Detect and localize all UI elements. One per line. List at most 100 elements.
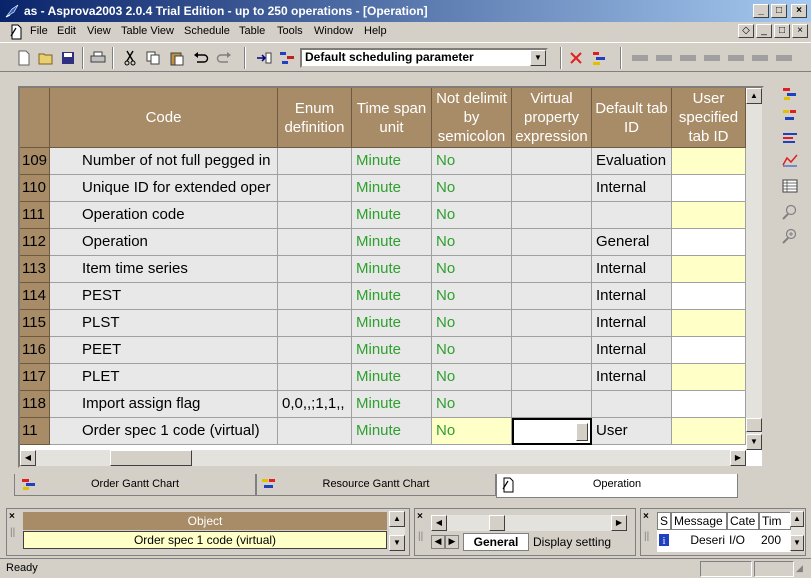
cell-default-tab-id[interactable] <box>592 391 672 418</box>
tab-order-gantt-chart[interactable]: Order Gantt Chart <box>14 474 256 496</box>
cell-time-span-unit[interactable]: Minute <box>352 364 432 391</box>
cell-user-tab-id[interactable] <box>672 418 746 445</box>
cell-user-tab-id[interactable] <box>672 391 746 418</box>
scroll-right-icon[interactable]: ▶ <box>611 515 627 531</box>
distribute-icon[interactable] <box>774 48 794 68</box>
cell-virtual-expression[interactable] <box>512 337 592 364</box>
chart-icon[interactable] <box>780 150 800 170</box>
schedule-param-select[interactable]: Default scheduling parameter ▼ <box>300 48 548 68</box>
row-number[interactable]: 111 <box>20 202 50 229</box>
cell-user-tab-id[interactable] <box>672 337 746 364</box>
cell-time-span-unit[interactable]: Minute <box>352 283 432 310</box>
cell-enum-definition[interactable] <box>278 148 352 175</box>
vertical-scrollbar[interactable]: ▲ ▼ <box>746 88 762 450</box>
cell-virtual-expression[interactable] <box>512 391 592 418</box>
msg-col-time[interactable]: Tim <box>759 512 791 530</box>
cell-not-delimit[interactable]: No <box>432 256 512 283</box>
row-number[interactable]: 117 <box>20 364 50 391</box>
row-number[interactable]: 110 <box>20 175 50 202</box>
tab-resource-gantt-chart[interactable]: Resource Gantt Chart <box>256 474 496 496</box>
tab-operation[interactable]: Operation <box>496 474 738 498</box>
cell-code[interactable]: PLET <box>50 364 278 391</box>
chevron-down-icon[interactable]: ▼ <box>530 50 546 66</box>
cell-enum-definition[interactable] <box>278 202 352 229</box>
cell-code[interactable]: Number of not full pegged in <box>50 148 278 175</box>
cell-user-tab-id[interactable] <box>672 229 746 256</box>
cell-default-tab-id[interactable]: General <box>592 229 672 256</box>
menu-edit[interactable]: Edit <box>57 25 76 37</box>
column-header[interactable]: Code <box>50 88 278 148</box>
cell-virtual-expression[interactable] <box>512 310 592 337</box>
cell-time-span-unit[interactable]: Minute <box>352 229 432 256</box>
close-button[interactable]: × <box>791 4 807 18</box>
cell-not-delimit[interactable]: No <box>432 148 512 175</box>
cell-user-tab-id[interactable] <box>672 283 746 310</box>
delete-icon[interactable] <box>566 48 586 68</box>
column-header[interactable]: User specified tab ID <box>672 88 746 148</box>
cell-default-tab-id[interactable] <box>592 202 672 229</box>
row-number[interactable]: 118 <box>20 391 50 418</box>
cell-code[interactable]: Import assign flag <box>50 391 278 418</box>
cell-default-tab-id[interactable]: Internal <box>592 310 672 337</box>
cell-code[interactable]: PEST <box>50 283 278 310</box>
cell-code[interactable]: Order spec 1 code (virtual) <box>50 418 278 445</box>
cell-user-tab-id[interactable] <box>672 175 746 202</box>
object-scrollbar[interactable]: ▲ ▼ <box>389 511 405 551</box>
tab-general[interactable]: General <box>463 533 529 551</box>
cell-code[interactable]: PEET <box>50 337 278 364</box>
cell-code[interactable]: Operation code <box>50 202 278 229</box>
cell-not-delimit[interactable]: No <box>432 283 512 310</box>
paste-icon[interactable] <box>167 48 187 68</box>
cell-not-delimit[interactable]: No <box>432 418 512 445</box>
menu-schedule[interactable]: Schedule <box>184 25 230 37</box>
menu-help[interactable]: Help <box>364 25 387 37</box>
scroll-left-icon[interactable]: ◀ <box>431 515 447 531</box>
reschedule-icon[interactable] <box>589 48 609 68</box>
cell-code[interactable]: PLST <box>50 310 278 337</box>
cell-code[interactable]: Unique ID for extended oper <box>50 175 278 202</box>
undo-icon[interactable] <box>191 48 211 68</box>
msg-col-category[interactable]: Cate <box>727 512 759 530</box>
scroll-left-icon[interactable]: ◀ <box>20 450 36 466</box>
print-icon[interactable] <box>88 48 108 68</box>
mdi-maximize-icon[interactable]: □ <box>774 24 790 38</box>
row-number[interactable]: 112 <box>20 229 50 256</box>
cell-user-tab-id[interactable] <box>672 148 746 175</box>
cell-user-tab-id[interactable] <box>672 202 746 229</box>
cell-default-tab-id[interactable]: Internal <box>592 256 672 283</box>
vertical-scroll-thumb[interactable] <box>746 418 762 432</box>
cell-not-delimit[interactable]: No <box>432 391 512 418</box>
row-number[interactable]: 114 <box>20 283 50 310</box>
cell-virtual-expression[interactable] <box>512 418 592 445</box>
row-number[interactable]: 113 <box>20 256 50 283</box>
cell-default-tab-id[interactable]: Internal <box>592 283 672 310</box>
menu-table-view[interactable]: Table View <box>121 25 174 37</box>
cell-time-span-unit[interactable]: Minute <box>352 202 432 229</box>
redo-icon[interactable] <box>214 48 234 68</box>
cut-icon[interactable] <box>120 48 140 68</box>
table-view-icon[interactable] <box>780 176 800 196</box>
cell-virtual-expression[interactable] <box>512 175 592 202</box>
scroll-up-icon[interactable]: ▲ <box>790 511 804 527</box>
align-center-icon[interactable] <box>654 48 674 68</box>
column-header[interactable]: Enum definition <box>278 88 352 148</box>
cell-not-delimit[interactable]: No <box>432 202 512 229</box>
zoom-out-icon[interactable] <box>780 202 800 222</box>
header-corner[interactable] <box>20 88 50 148</box>
cell-code[interactable]: Item time series <box>50 256 278 283</box>
cell-enum-definition[interactable] <box>278 337 352 364</box>
cell-time-span-unit[interactable]: Minute <box>352 391 432 418</box>
scroll-down-icon[interactable]: ▼ <box>790 535 804 551</box>
order-gantt-icon[interactable] <box>780 84 800 104</box>
cell-not-delimit[interactable]: No <box>432 175 512 202</box>
cell-user-tab-id[interactable] <box>672 364 746 391</box>
msg-col-s[interactable]: S <box>657 512 671 530</box>
zoom-in-icon[interactable] <box>780 226 800 246</box>
close-icon[interactable]: × <box>9 511 15 522</box>
cell-default-tab-id[interactable]: Internal <box>592 364 672 391</box>
close-icon[interactable]: × <box>417 511 423 522</box>
scroll-down-icon[interactable]: ▼ <box>389 535 405 551</box>
resource-gantt-icon[interactable] <box>780 106 800 126</box>
cell-user-tab-id[interactable] <box>672 310 746 337</box>
cell-enum-definition[interactable] <box>278 283 352 310</box>
